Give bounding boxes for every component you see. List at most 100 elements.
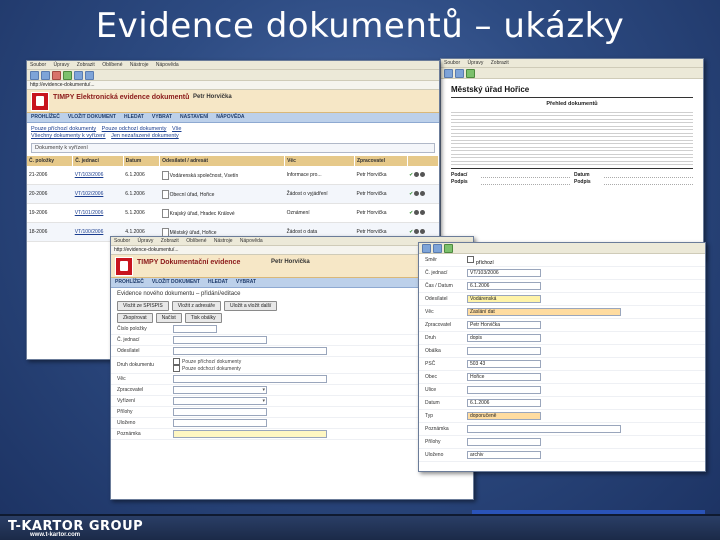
menu-tools[interactable]: Nástroje [130,62,149,68]
check-icon[interactable]: ✔ [409,172,413,178]
delete-icon[interactable] [420,191,426,197]
col-handler[interactable]: Zpracovatel [354,156,408,166]
check-icon[interactable]: ✔ [409,210,413,216]
direction-checkbox[interactable]: příchozí [467,251,494,269]
kind-input[interactable]: dopis [467,334,541,342]
note-input[interactable] [173,430,327,438]
menu-edit[interactable]: Úpravy [54,62,70,68]
col-sender[interactable]: Odesílatel / adresát [159,156,286,166]
col-subject[interactable]: Věc [284,156,355,166]
nav-select[interactable]: VYBRAT [236,278,256,287]
refresh-icon[interactable] [63,70,72,80]
col-date[interactable]: Datum [123,156,161,166]
sender-input[interactable] [173,347,327,355]
menu-tools[interactable]: Nástroje [214,238,233,244]
link-outgoing[interactable]: Pouze odchozí dokumenty [102,126,167,132]
load-button[interactable]: Načíst [155,313,182,323]
street-input[interactable] [467,386,541,394]
delivery-type-input[interactable]: doporučeně [467,412,541,420]
back-icon[interactable] [422,243,431,253]
insert-from-address-book-button[interactable]: Vložit z adresáře [171,301,221,311]
nav-help[interactable]: NÁPOVĚDA [216,113,244,122]
table-row[interactable]: 20-2006 VT/102/2006 6.1.2006 Obecní úřad… [27,184,439,204]
print-icon[interactable] [466,68,475,78]
nav-insert[interactable]: VLOŽIT DOKUMENT [68,113,116,122]
link-unfiled[interactable]: Jen nezařazené dokumenty [111,133,179,139]
nav-select[interactable]: VYBRAT [152,113,172,122]
table-row[interactable]: 21-2006 VT/103/2006 6.1.2006 Vodárenská … [27,166,439,185]
menu-view[interactable]: Zobrazit [161,238,179,244]
link-incoming[interactable]: Pouze příchozí dokumenty [31,126,96,132]
address-bar[interactable]: http://evidence-dokumentu/... [27,81,439,90]
edit-icon[interactable] [414,191,420,197]
link-pending[interactable]: Všechny dokumenty k vyřízení [31,133,106,139]
subject-input[interactable] [173,375,327,383]
sender-input[interactable]: Vodárenská [467,295,541,303]
stored-input[interactable] [173,419,267,427]
nav-insert[interactable]: VLOŽIT DOKUMENT [152,278,200,287]
menu-file[interactable]: Soubor [30,62,46,68]
nav-search[interactable]: HLEDAT [208,278,228,287]
ref-number-input[interactable]: VT/103/2006 [467,269,541,277]
link-all[interactable]: Vše [172,126,181,132]
menu-file[interactable]: Soubor [114,238,130,244]
delete-icon[interactable] [420,172,426,178]
forward-icon[interactable] [433,243,442,253]
save-icon[interactable] [444,243,453,253]
note-input[interactable] [467,425,621,433]
radio-incoming[interactable]: Pouze příchozí dokumenty [173,358,241,365]
forward-icon[interactable] [455,68,464,78]
edit-icon[interactable] [414,229,420,235]
back-icon[interactable] [30,70,39,80]
stop-icon[interactable] [52,70,61,80]
edit-icon[interactable] [414,172,420,178]
postcode-input[interactable]: 503 43 [467,360,541,368]
delivery-date-input[interactable]: 6.1.2006 [467,399,541,407]
print-envelope-button[interactable]: Tisk obálky [184,313,222,323]
menu-edit[interactable]: Úpravy [138,238,154,244]
delete-icon[interactable] [420,210,426,216]
menu-view[interactable]: Zobrazit [491,60,509,66]
radio-outgoing[interactable]: Pouze odchozí dokumenty [173,365,241,372]
edit-icon[interactable] [414,210,420,216]
nav-browse[interactable]: PROHLÍŽEČ [115,278,144,287]
city-input[interactable]: Hořice [467,373,541,381]
col-item-no[interactable]: Č. položky [27,156,74,166]
nav-settings[interactable]: NASTAVENÍ [180,113,208,122]
save-and-add-button[interactable]: Uložit a vložit další [224,301,278,311]
filter-bar[interactable]: Dokumenty k vyřízení [31,143,435,153]
nav-search[interactable]: HLEDAT [124,113,144,122]
attachments-input[interactable] [467,438,541,446]
stored-input[interactable]: archiv [467,451,541,459]
attachments-input[interactable] [173,408,267,416]
menu-view[interactable]: Zobrazit [77,62,95,68]
copy-button[interactable]: Zkopírovat [117,313,153,323]
menu-favorites[interactable]: Oblíbené [102,62,122,68]
delete-icon[interactable] [420,229,426,235]
home-icon[interactable] [74,70,83,80]
back-icon[interactable] [444,68,453,78]
nav-browse[interactable]: PROHLÍŽEČ [31,113,60,122]
ref-number-input[interactable] [173,336,267,344]
menu-favorites[interactable]: Oblíbené [186,238,206,244]
envelope-input[interactable] [467,347,541,355]
menu-help[interactable]: Nápověda [240,238,263,244]
date-input[interactable]: 6.1.2006 [467,282,541,290]
menu-file[interactable]: Soubor [444,60,460,66]
menu-edit[interactable]: Úpravy [468,60,484,66]
item-number-input[interactable] [173,325,217,333]
col-ref-no[interactable]: Č. jednací [72,156,124,166]
divider [451,168,693,169]
resolution-select[interactable] [173,397,267,405]
check-icon[interactable]: ✔ [409,229,413,235]
table-row[interactable]: 19-2006 VT/101/2006 5.1.2006 Krajský úřa… [27,203,439,223]
menu-help[interactable]: Nápověda [156,62,179,68]
subject-input[interactable]: Zaslání dat [467,308,621,316]
handler-input[interactable]: Petr Horvička [467,321,541,329]
check-icon[interactable]: ✔ [409,191,413,197]
handler-select[interactable] [173,386,267,394]
forward-icon[interactable] [41,70,50,80]
search-icon[interactable] [85,70,94,80]
company-url[interactable]: www.t-kartor.com [30,532,80,538]
insert-from-registry-button[interactable]: Vložit ze SPISPIS [117,301,169,311]
